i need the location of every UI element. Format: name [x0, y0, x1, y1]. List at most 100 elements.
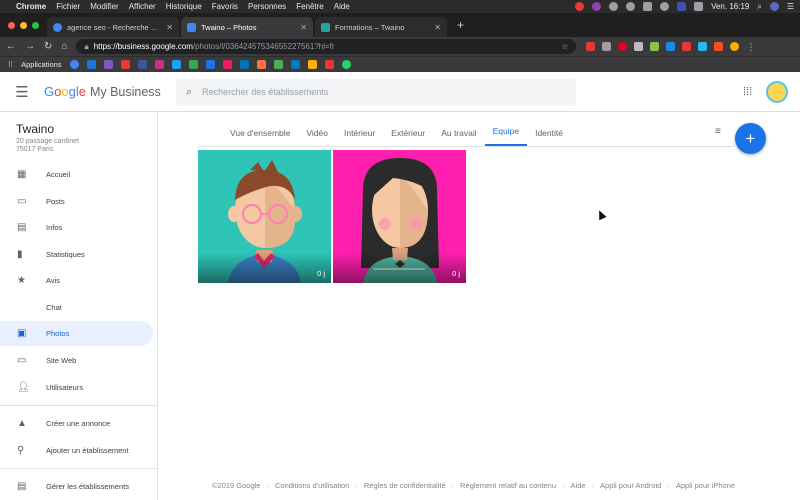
- close-tab-icon[interactable]: ✕: [300, 23, 307, 32]
- sidebar-item-accueil[interactable]: ▦ Accueil: [0, 162, 153, 187]
- extension-icon[interactable]: [586, 42, 596, 51]
- forward-icon[interactable]: →: [25, 41, 35, 52]
- youtube-bookmark-icon[interactable]: [120, 60, 130, 69]
- status-icon[interactable]: [609, 2, 619, 11]
- tab-au-travail[interactable]: Au travail: [433, 120, 484, 146]
- wifi-icon[interactable]: [660, 2, 670, 11]
- bookmark-icon[interactable]: [188, 60, 198, 69]
- sidebar-item-ajouter-etablissement[interactable]: ⚲ Ajouter un établissement: [0, 438, 153, 463]
- footer-link-iphone-app[interactable]: Appli pour iPhone: [676, 481, 735, 490]
- menu-modifier[interactable]: Modifier: [90, 2, 118, 11]
- home-icon[interactable]: ⌂: [61, 41, 67, 52]
- extension-icon[interactable]: [650, 42, 660, 51]
- sidebar-item-infos[interactable]: ▤ Infos: [0, 215, 153, 240]
- browser-tab[interactable]: Formations – Twaino ✕: [315, 17, 447, 37]
- menu-chrome[interactable]: Chrome: [16, 2, 46, 11]
- menu-favoris[interactable]: Favoris: [212, 2, 238, 11]
- twitter-bookmark-icon[interactable]: [171, 60, 181, 69]
- status-icon[interactable]: [575, 2, 585, 11]
- sidebar-item-utilisateurs[interactable]: 👤︎ Utilisateurs: [0, 375, 153, 400]
- sidebar-item-photos[interactable]: ▣ Photos: [0, 321, 153, 346]
- search-input[interactable]: ⌕ Rechercher des établissements: [176, 79, 576, 105]
- menu-aide[interactable]: Aide: [334, 2, 350, 11]
- back-icon[interactable]: ←: [6, 41, 16, 52]
- hamburger-menu-icon[interactable]: ☰: [0, 83, 44, 101]
- instagram-bookmark-icon[interactable]: [154, 60, 164, 69]
- more-menu-icon[interactable]: ⋮: [746, 42, 755, 52]
- menu-fenetre[interactable]: Fenêtre: [296, 2, 324, 11]
- status-icon[interactable]: [592, 2, 602, 11]
- profile-icon[interactable]: [730, 42, 740, 51]
- sidebar-item-chat[interactable]: Chat: [0, 295, 153, 320]
- bookmark-icon[interactable]: [324, 60, 334, 69]
- sidebar-item-avis[interactable]: ★ Avis: [0, 268, 153, 293]
- whatsapp-bookmark-icon[interactable]: [341, 60, 351, 69]
- extension-icon[interactable]: [634, 42, 644, 51]
- sidebar-item-creer-annonce[interactable]: ▲ Créer une annonce: [0, 411, 153, 436]
- tab-equipe[interactable]: Equipe: [484, 120, 528, 146]
- linkedin-bookmark-icon[interactable]: [239, 60, 249, 69]
- tab-vue-ensemble[interactable]: Vue d'ensemble: [198, 120, 298, 146]
- bookmark-icon[interactable]: [222, 60, 232, 69]
- team-photo-woman[interactable]: 0 j: [333, 150, 466, 283]
- bookmark-icon[interactable]: [103, 60, 113, 69]
- extension-icon[interactable]: [602, 42, 612, 51]
- bookmark-icon[interactable]: [273, 60, 283, 69]
- footer-link-android-app[interactable]: Appli pour Android: [600, 481, 661, 490]
- apps-grid-icon[interactable]: ⁝⁝: [8, 60, 13, 69]
- bookmark-icon[interactable]: [256, 60, 266, 69]
- minimize-window-button[interactable]: [20, 21, 27, 29]
- search-icon[interactable]: ⌕: [757, 2, 761, 12]
- menu-fichier[interactable]: Fichier: [56, 2, 80, 11]
- footer-link-help[interactable]: Aide: [571, 481, 586, 490]
- add-photo-button[interactable]: +: [735, 123, 766, 154]
- flag-icon[interactable]: [677, 2, 687, 11]
- browser-tab-active[interactable]: Twaino – Photos ✕: [181, 17, 313, 37]
- analytics-bookmark-icon[interactable]: [307, 60, 317, 69]
- menu-afficher[interactable]: Afficher: [129, 2, 156, 11]
- close-window-button[interactable]: [8, 21, 15, 29]
- tab-exterieur[interactable]: Extérieur: [383, 120, 433, 146]
- bookmark-star-icon[interactable]: ☆: [561, 42, 568, 51]
- sidebar-item-statistiques[interactable]: ▮ Statistiques: [0, 242, 153, 267]
- extension-icon[interactable]: [698, 42, 708, 51]
- footer-link-content-policy[interactable]: Règlement relatif au contenu: [460, 481, 556, 490]
- close-tab-icon[interactable]: ✕: [166, 23, 173, 32]
- lock-icon[interactable]: 🔒︎: [84, 42, 88, 52]
- bookmark-icon[interactable]: [205, 60, 215, 69]
- sort-filter-icon[interactable]: ≡: [715, 126, 721, 137]
- google-my-business-logo[interactable]: Google My Business: [44, 84, 161, 99]
- sidebar-item-site-web[interactable]: ▭ Site Web: [0, 348, 153, 373]
- address-bar[interactable]: 🔒︎ https://business.google.com/photos/l/…: [76, 39, 577, 54]
- close-tab-icon[interactable]: ✕: [434, 23, 441, 32]
- menu-historique[interactable]: Historique: [166, 2, 202, 11]
- extension-icon[interactable]: [682, 42, 692, 51]
- business-name[interactable]: Twaino: [16, 122, 54, 136]
- extension-icon[interactable]: [666, 42, 676, 51]
- facebook-bookmark-icon[interactable]: [137, 60, 147, 69]
- menu-list-icon[interactable]: ☰: [787, 2, 794, 11]
- sidebar-item-posts[interactable]: ▭ Posts: [0, 189, 153, 214]
- trello-bookmark-icon[interactable]: [290, 60, 300, 69]
- new-tab-button[interactable]: +: [449, 18, 472, 32]
- pinterest-icon[interactable]: [618, 42, 628, 51]
- display-icon[interactable]: [643, 2, 653, 11]
- bookmark-icon[interactable]: [86, 60, 96, 69]
- google-apps-icon[interactable]: ⁞⁞⁞: [743, 86, 752, 98]
- tab-identite[interactable]: Identité: [527, 120, 571, 146]
- sidebar-item-gerer-etablissements[interactable]: ▤ Gérer les établissements: [0, 474, 153, 499]
- siri-icon[interactable]: [769, 2, 779, 11]
- menu-personnes[interactable]: Personnes: [248, 2, 286, 11]
- maximize-window-button[interactable]: [32, 21, 39, 29]
- extension-icon[interactable]: [714, 42, 724, 51]
- google-bookmark-icon[interactable]: [69, 60, 79, 69]
- footer-link-privacy[interactable]: Règles de confidentialité: [364, 481, 446, 490]
- footer-link-terms[interactable]: Conditions d'utilisation: [275, 481, 349, 490]
- clock[interactable]: Ven. 16:19: [711, 2, 749, 11]
- browser-tab[interactable]: agence seo - Recherche Googl ✕: [47, 17, 179, 37]
- reload-icon[interactable]: ↻: [44, 41, 52, 52]
- bookmark-applications[interactable]: Applications: [21, 60, 61, 69]
- battery-icon[interactable]: [694, 2, 704, 11]
- tab-video[interactable]: Vidéo: [298, 120, 336, 146]
- team-photo-man[interactable]: 0 j: [198, 150, 331, 283]
